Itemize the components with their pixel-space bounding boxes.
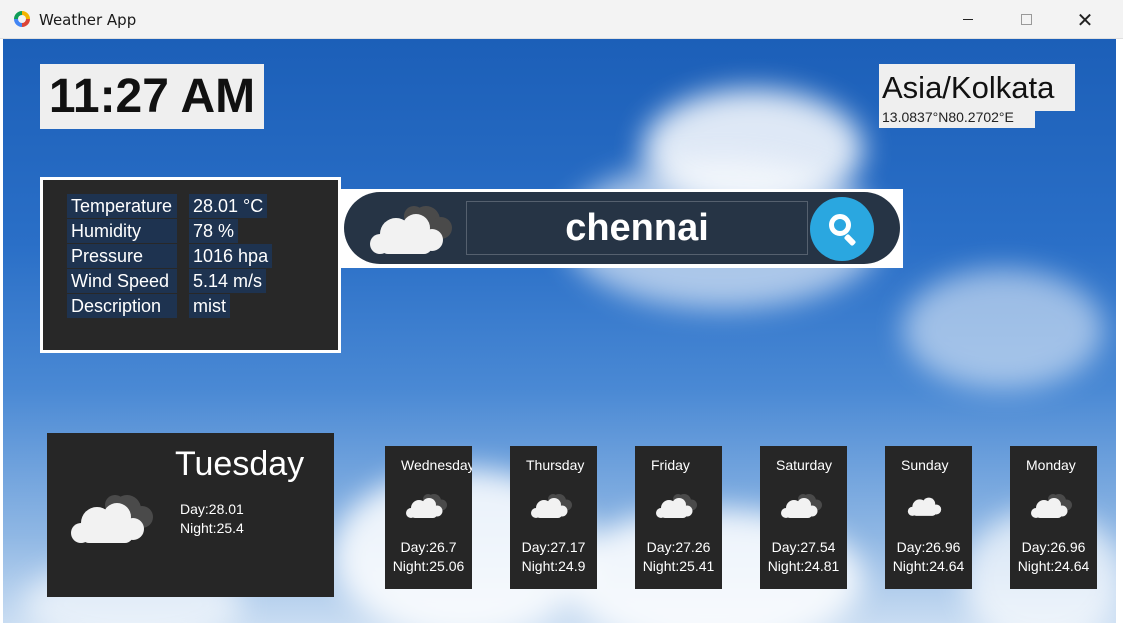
pressure-value: 1016 hpa <box>189 244 273 268</box>
today-day-temp: Day:28.01 <box>180 501 244 517</box>
cloud-icon <box>781 494 822 518</box>
pressure-label: Pressure <box>67 244 177 268</box>
forecast-card-thursday: Thursday Day:27.17 Night:24.9 <box>510 446 597 589</box>
temperature-label: Temperature <box>67 194 177 218</box>
forecast-day-name: Friday <box>651 457 690 473</box>
temperature-value: 28.01 °C <box>189 194 268 218</box>
forecast-day-temp: Day:27.17 <box>521 539 586 555</box>
forecast-card-wednesday: Wednesday Day:26.7 Night:25.06 <box>385 446 472 589</box>
search-icon-handle <box>843 233 857 247</box>
forecast-card-saturday: Saturday Day:27.54 Night:24.81 <box>760 446 847 589</box>
today-day-name: Tuesday <box>175 445 305 483</box>
forecast-card-monday: Monday Day:26.96 Night:24.64 <box>1010 446 1097 589</box>
info-row-pressure: Pressure 1016 hpa <box>67 244 273 268</box>
coordinates-label: 13.0837°N80.2702°E <box>879 108 1035 128</box>
maximize-button[interactable] <box>1003 0 1049 39</box>
close-button[interactable]: ✕ <box>1062 0 1108 39</box>
search-button[interactable] <box>810 197 874 261</box>
info-row-wind-speed: Wind Speed 5.14 m/s <box>67 269 267 293</box>
forecast-night-temp: Night:24.64 <box>892 558 965 574</box>
forecast-night-temp: Night:24.9 <box>521 558 586 574</box>
forecast-day-name: Sunday <box>901 457 949 473</box>
cloud-icon <box>406 494 447 518</box>
cloud-icon <box>531 494 572 518</box>
info-row-humidity: Humidity 78 % <box>67 219 239 243</box>
cloud-icon <box>1031 494 1072 518</box>
today-forecast-card: Tuesday Day:28.01 Night:25.4 <box>47 433 334 597</box>
description-value: mist <box>189 294 230 318</box>
forecast-day-name: Monday <box>1026 457 1076 473</box>
humidity-value: 78 % <box>189 219 239 243</box>
forecast-night-temp: Night:25.41 <box>642 558 715 574</box>
title-bar: Weather App ✕ <box>0 0 1123 39</box>
current-weather-details: Temperature 28.01 °C Humidity 78 % Press… <box>43 180 338 350</box>
window-title: Weather App <box>39 11 137 29</box>
maximize-icon <box>1020 14 1032 25</box>
forecast-day-name: Saturday <box>776 457 833 473</box>
search-cloud-icon <box>370 206 452 254</box>
timezone-label: Asia/Kolkata <box>879 64 1075 111</box>
info-row-description: Description mist <box>67 294 230 318</box>
clock-display: 11:27 AM <box>40 64 264 129</box>
description-label: Description <box>67 294 177 318</box>
forecast-day-temp: Day:27.26 <box>646 539 711 555</box>
forecast-card-friday: Friday Day:27.26 Night:25.41 <box>635 446 722 589</box>
cloud-icon <box>71 495 153 543</box>
current-weather-panel: Temperature 28.01 °C Humidity 78 % Press… <box>40 177 341 353</box>
minimize-icon <box>963 19 973 20</box>
minimize-button[interactable] <box>945 0 991 39</box>
forecast-day-temp: Day:26.7 <box>400 539 457 555</box>
forecast-day-temp: Day:26.96 <box>896 539 961 555</box>
humidity-label: Humidity <box>67 219 177 243</box>
close-icon: ✕ <box>1076 7 1094 32</box>
info-row-temperature: Temperature 28.01 °C <box>67 194 268 218</box>
today-night-temp: Night:25.4 <box>180 520 244 536</box>
forecast-night-temp: Night:24.64 <box>1017 558 1090 574</box>
forecast-day-temp: Day:27.54 <box>771 539 836 555</box>
cloud-icon <box>656 494 697 518</box>
city-search-input[interactable]: chennai <box>466 201 808 255</box>
forecast-card-sunday: Sunday Day:26.96 Night:24.64 <box>885 446 972 589</box>
wind-speed-value: 5.14 m/s <box>189 269 267 293</box>
search-icon <box>829 214 851 236</box>
wind-speed-label: Wind Speed <box>67 269 177 293</box>
forecast-day-name: Thursday <box>526 457 585 473</box>
forecast-day-temp: Day:26.96 <box>1021 539 1086 555</box>
forecast-night-temp: Night:24.81 <box>767 558 840 574</box>
forecast-day-name: Wednesday <box>401 457 472 473</box>
cloud-icon <box>907 497 942 516</box>
app-logo-icon <box>14 11 30 27</box>
forecast-night-temp: Night:25.06 <box>392 558 465 574</box>
